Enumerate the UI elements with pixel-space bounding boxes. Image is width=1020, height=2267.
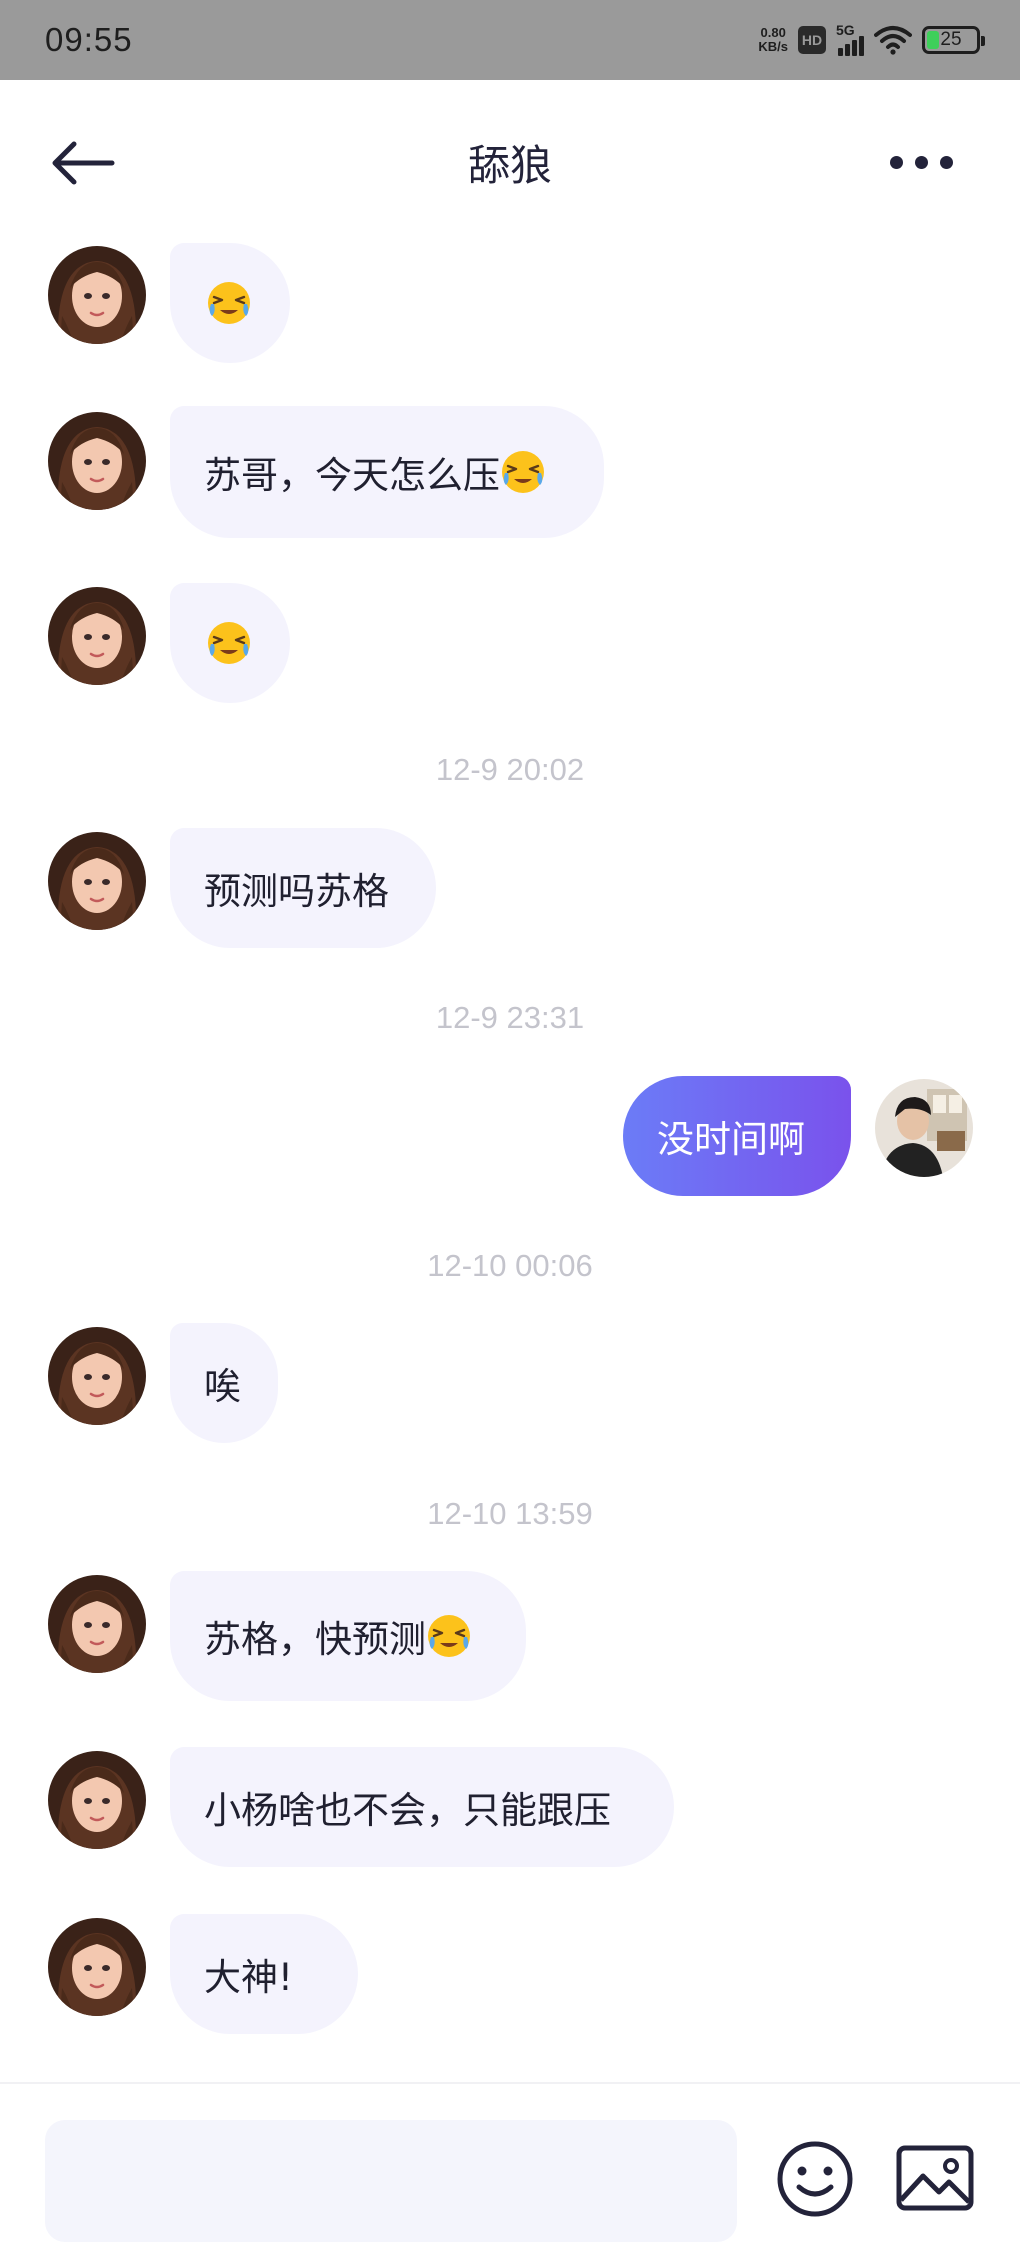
crying-laughing-emoji-icon xyxy=(500,449,546,495)
message-bubble[interactable]: 苏格，快预测 xyxy=(170,1571,526,1701)
network-speed-unit: KB/s xyxy=(758,39,788,54)
wifi-icon xyxy=(874,26,912,55)
message-text: 苏格，快预测 xyxy=(204,1618,426,1661)
message-timestamp: 12-10 00:06 xyxy=(427,1248,593,1283)
message-text: 预测吗苏格 xyxy=(204,870,389,913)
message-bubble[interactable] xyxy=(170,583,290,703)
message-bubble[interactable]: 预测吗苏格 xyxy=(170,828,436,948)
crying-laughing-emoji-icon xyxy=(426,1613,472,1659)
message-input[interactable] xyxy=(45,2120,737,2242)
status-icons: 0.80 KB/s HD 5G 25 xyxy=(758,22,985,56)
input-bar xyxy=(0,2082,1020,2267)
more-dot xyxy=(915,155,928,169)
crying-laughing-emoji-icon xyxy=(206,620,252,666)
message-bubble[interactable] xyxy=(170,243,290,363)
message-timestamp: 12-9 20:02 xyxy=(435,752,585,787)
message-text: 大神! xyxy=(204,1956,293,1999)
battery-icon: 25 xyxy=(922,26,985,54)
message-text: 小杨啥也不会，只能跟压 xyxy=(204,1789,611,1832)
cellular-signal-icon: 5G xyxy=(836,22,864,56)
chat-header: 舔狼 xyxy=(0,80,1020,240)
message-bubble[interactable]: 小杨啥也不会，只能跟压 xyxy=(170,1747,674,1867)
status-time: 09:55 xyxy=(45,21,133,58)
my-message-bubble[interactable]: 没时间啊 xyxy=(623,1076,851,1196)
smiley-face-icon xyxy=(777,2141,853,2217)
contact-avatar[interactable] xyxy=(48,1575,146,1673)
message-bubble[interactable]: 唉 xyxy=(170,1323,278,1443)
contact-avatar[interactable] xyxy=(48,1751,146,1849)
message-timestamp: 12-9 23:31 xyxy=(435,1000,585,1035)
contact-avatar[interactable] xyxy=(48,412,146,510)
contact-avatar[interactable] xyxy=(48,1918,146,2016)
message-timestamp: 12-10 13:59 xyxy=(427,1496,593,1531)
image-picture-icon xyxy=(896,2145,974,2211)
contact-avatar[interactable] xyxy=(48,832,146,930)
message-bubble[interactable]: 苏哥，今天怎么压 xyxy=(170,406,604,538)
more-dots-icon xyxy=(890,155,903,169)
message-text: 唉 xyxy=(204,1365,241,1408)
network-type-label: 5G xyxy=(836,22,855,38)
network-speed-value: 0.80 xyxy=(760,25,786,40)
crying-laughing-emoji-icon xyxy=(206,280,252,326)
hd-icon: HD xyxy=(798,26,826,54)
contact-avatar[interactable] xyxy=(48,246,146,344)
more-dot xyxy=(940,155,953,169)
contact-avatar[interactable] xyxy=(48,587,146,685)
image-button[interactable] xyxy=(895,2144,975,2214)
message-text: 没时间啊 xyxy=(657,1118,805,1161)
contact-avatar[interactable] xyxy=(48,1327,146,1425)
emoji-button[interactable] xyxy=(775,2139,855,2219)
network-speed: 0.80 KB/s xyxy=(758,26,788,54)
message-bubble[interactable]: 大神! xyxy=(170,1914,358,2034)
status-bar: 09:55 0.80 KB/s HD 5G 25 xyxy=(0,0,1020,80)
chat-title: 舔狼 xyxy=(467,141,552,190)
message-text: 苏哥，今天怎么压 xyxy=(204,454,500,497)
more-options-button[interactable] xyxy=(890,150,954,174)
battery-level: 25 xyxy=(940,29,962,50)
my-avatar[interactable] xyxy=(875,1079,973,1177)
